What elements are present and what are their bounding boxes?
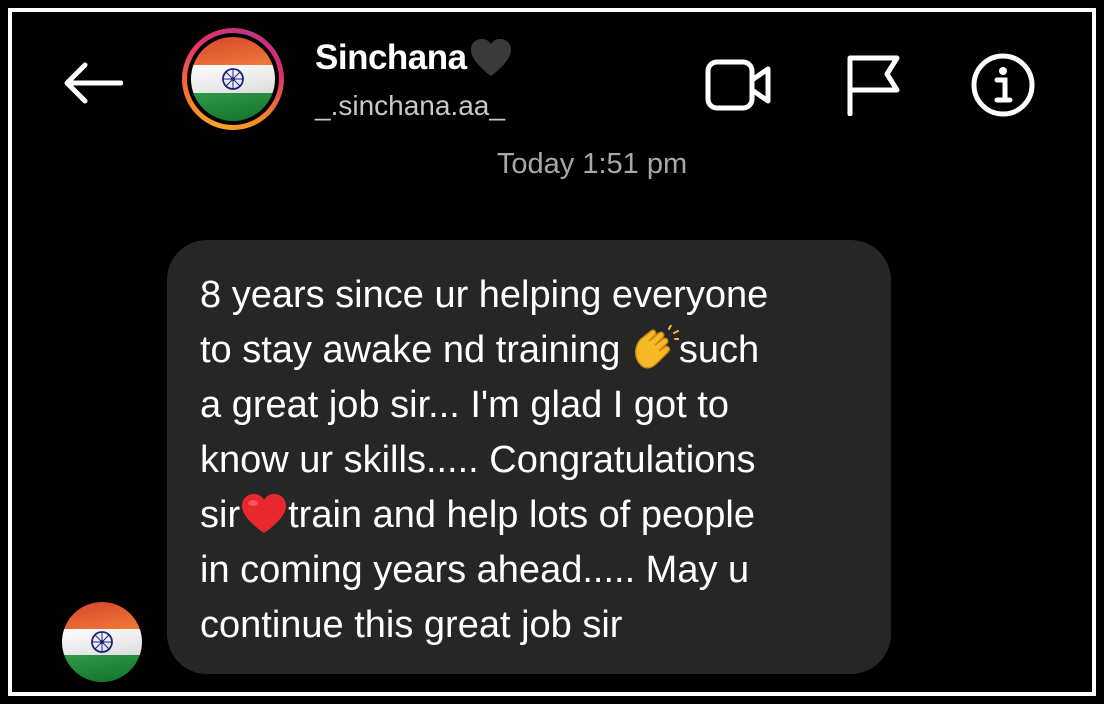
chat-header: Sinchana _.sinchana.aa_ [12, 12, 1092, 162]
info-button[interactable] [968, 50, 1038, 120]
back-arrow-icon [64, 62, 123, 104]
info-icon [971, 53, 1035, 117]
chat-screen: Sinchana _.sinchana.aa_ Today 1:51 pm 8 … [8, 8, 1096, 696]
report-flag-button[interactable] [838, 50, 908, 120]
black-heart-icon [470, 39, 511, 76]
message-line: train and help lots of people [288, 494, 756, 536]
message-line: 8 years since ur helping everyone [200, 274, 769, 316]
clapping-hands-icon [634, 324, 680, 369]
message-line: a great job sir... I'm glad I got to [200, 384, 729, 426]
message-line: sir [200, 494, 241, 536]
sender-avatar[interactable] [62, 602, 142, 682]
contact-name[interactable]: Sinchana [315, 38, 513, 78]
message-line: know ur skills..... Congratulations [200, 439, 756, 481]
message-text: 8 years since ur helping everyone to sta… [200, 268, 861, 653]
back-button[interactable] [58, 58, 126, 108]
video-call-button[interactable] [704, 50, 774, 120]
message-line: in coming years ahead..... May u [200, 549, 750, 591]
message-timestamp: Today 1:51 pm [496, 148, 688, 180]
message-line: such [678, 329, 760, 371]
video-call-icon [705, 59, 771, 111]
message-line: continue this great job sir [200, 604, 623, 646]
message-bubble[interactable]: 8 years since ur helping everyone to sta… [167, 240, 891, 674]
message-line: to stay awake nd training [200, 329, 631, 371]
contact-name-text: Sinchana [315, 38, 467, 77]
contact-avatar[interactable] [182, 28, 284, 130]
flag-icon [847, 55, 900, 116]
red-heart-icon [242, 494, 287, 533]
contact-username: _.sinchana.aa_ [315, 90, 505, 121]
india-flag-avatar-image [191, 37, 275, 121]
india-flag-avatar-image [62, 602, 142, 682]
